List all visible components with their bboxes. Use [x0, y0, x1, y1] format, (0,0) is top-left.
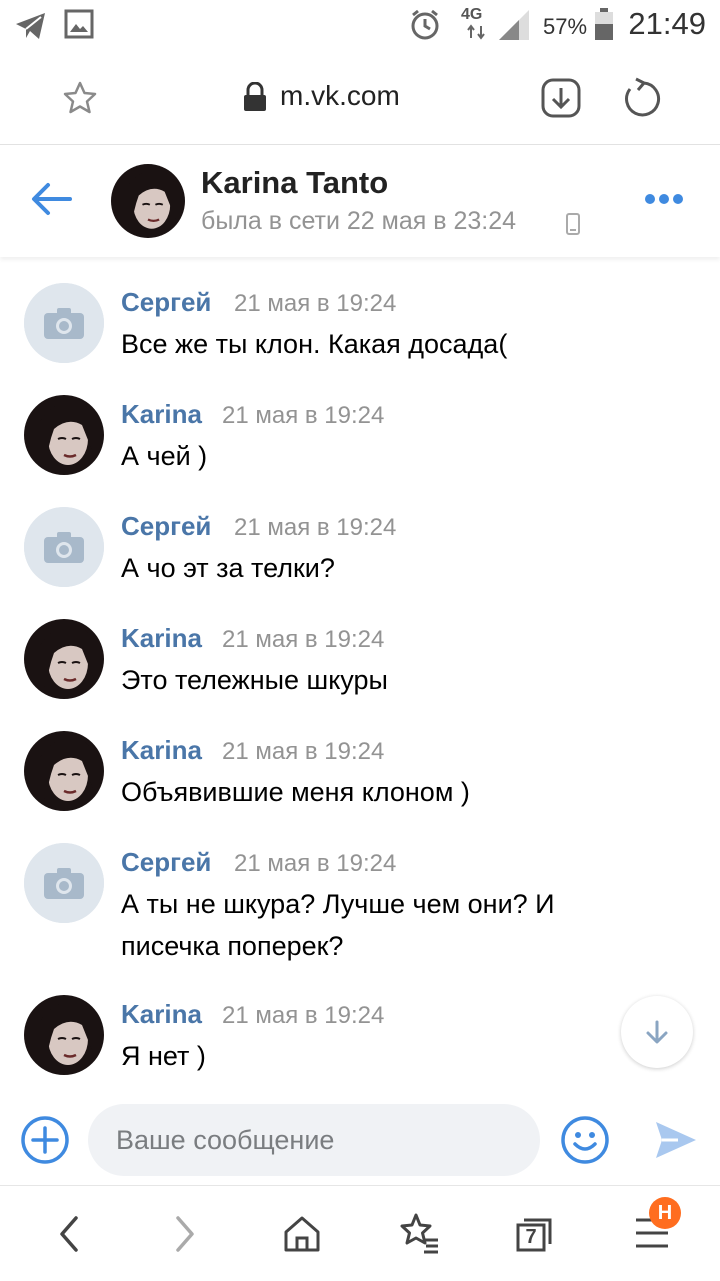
- url-text[interactable]: m.vk.com: [280, 80, 400, 112]
- emoji-icon[interactable]: [560, 1115, 610, 1165]
- profile-photo-icon: [24, 731, 104, 811]
- profile-photo-icon: [24, 395, 104, 475]
- star-icon[interactable]: [62, 80, 98, 116]
- message-row[interactable]: Karina 21 мая в 19:24 Объявившие меня клон…: [0, 731, 720, 821]
- message-row[interactable]: Karina 21 мая в 19:24 А чей ): [0, 395, 720, 485]
- message-time: 21 мая в 19:24: [222, 738, 385, 765]
- message-author[interactable]: Сергей: [121, 287, 211, 318]
- message-input-bar: [0, 1096, 720, 1184]
- avatar[interactable]: [24, 283, 104, 363]
- profile-photo-icon: [24, 619, 104, 699]
- bookmarks-icon[interactable]: [398, 1212, 442, 1256]
- chat-contact-name[interactable]: Karina Tanto: [201, 165, 388, 201]
- message-text: Это тележные шкуры: [121, 665, 388, 695]
- camera-icon: [24, 507, 104, 587]
- message-author[interactable]: Karina: [121, 735, 202, 766]
- clock: 21:49: [628, 6, 706, 41]
- message-text: Все же ты клон. Какая досада(: [121, 329, 508, 359]
- message-time: 21 мая в 19:24: [222, 626, 385, 653]
- message-time: 21 мая в 19:24: [234, 290, 397, 317]
- alarm-icon: [411, 9, 439, 40]
- send-icon[interactable]: [654, 1118, 698, 1162]
- browser-bottom-nav: 7: [0, 1185, 720, 1281]
- avatar[interactable]: [24, 995, 104, 1075]
- chat-header: Karina Tanto была в сети 22 мая в 23:24: [0, 145, 720, 257]
- status-bar: 4G 57% 21:49: [0, 0, 720, 52]
- message-text: Объявившие меня клоном ): [121, 777, 470, 807]
- telegram-icon: [16, 13, 45, 39]
- message-text: А чо эт за телки?: [121, 553, 335, 583]
- battery-percent: 57%: [543, 14, 588, 39]
- back-icon[interactable]: [54, 1214, 84, 1254]
- message-author[interactable]: Сергей: [121, 511, 211, 542]
- avatar[interactable]: [24, 731, 104, 811]
- home-icon[interactable]: [282, 1214, 322, 1254]
- message-row[interactable]: Сергей 21 мая в 19:24 А ты не шкура? Лучше…: [0, 843, 720, 975]
- profile-photo-icon: [111, 164, 185, 238]
- battery-icon: [595, 8, 613, 40]
- lock-icon: [244, 82, 266, 111]
- profile-photo-icon: [24, 995, 104, 1075]
- avatar[interactable]: [24, 507, 104, 587]
- reload-icon[interactable]: [620, 77, 662, 119]
- camera-icon: [24, 283, 104, 363]
- browser-toolbar: m.vk.com: [0, 52, 720, 145]
- message-row[interactable]: Сергей 21 мая в 19:24 Все же ты клон. Кака…: [0, 283, 720, 373]
- message-text: А чей ): [121, 441, 208, 471]
- mobile-device-icon: [566, 213, 580, 235]
- message-author[interactable]: Karina: [121, 399, 202, 430]
- avatar[interactable]: [111, 164, 185, 238]
- avatar[interactable]: [24, 843, 104, 923]
- message-author[interactable]: Сергей: [121, 847, 211, 878]
- message-time: 21 мая в 19:24: [234, 514, 397, 541]
- more-icon[interactable]: [644, 193, 684, 205]
- avatar[interactable]: [24, 395, 104, 475]
- notification-badge: H: [649, 1197, 681, 1229]
- tabs-button[interactable]: 7: [516, 1214, 552, 1252]
- message-input[interactable]: [88, 1104, 540, 1176]
- back-arrow-icon[interactable]: [30, 181, 74, 217]
- message-author[interactable]: Karina: [121, 623, 202, 654]
- message-row[interactable]: Karina 21 мая в 19:24 Это тележные шкуры: [0, 619, 720, 709]
- message-row[interactable]: Сергей 21 мая в 19:24 А чо эт за телки?: [0, 507, 720, 597]
- avatar[interactable]: [24, 619, 104, 699]
- arrow-down-icon: [646, 1020, 668, 1044]
- download-icon[interactable]: [540, 77, 582, 119]
- scroll-down-button[interactable]: [621, 996, 693, 1068]
- message-time: 21 мая в 19:24: [222, 1002, 385, 1029]
- forward-icon[interactable]: [170, 1214, 200, 1254]
- tabs-count: 7: [525, 1226, 537, 1248]
- network-type-label: 4G: [461, 6, 483, 23]
- data-arrows-icon: [467, 24, 485, 40]
- message-text: Я нет ): [121, 1041, 206, 1071]
- message-time: 21 мая в 19:24: [234, 850, 397, 877]
- last-seen-status: была в сети 22 мая в 23:24: [201, 207, 517, 235]
- gallery-icon: [64, 9, 94, 39]
- message-author[interactable]: Karina: [121, 999, 202, 1030]
- message-row[interactable]: Karina 21 мая в 19:24 Я нет ): [0, 995, 720, 1085]
- message-text: А ты не шкура? Лучше чем они? И: [121, 889, 555, 919]
- message-time: 21 мая в 19:24: [222, 402, 385, 429]
- signal-icon: [499, 10, 529, 40]
- add-icon[interactable]: [20, 1115, 70, 1165]
- message-text: писечка поперек?: [121, 931, 344, 961]
- camera-icon: [24, 843, 104, 923]
